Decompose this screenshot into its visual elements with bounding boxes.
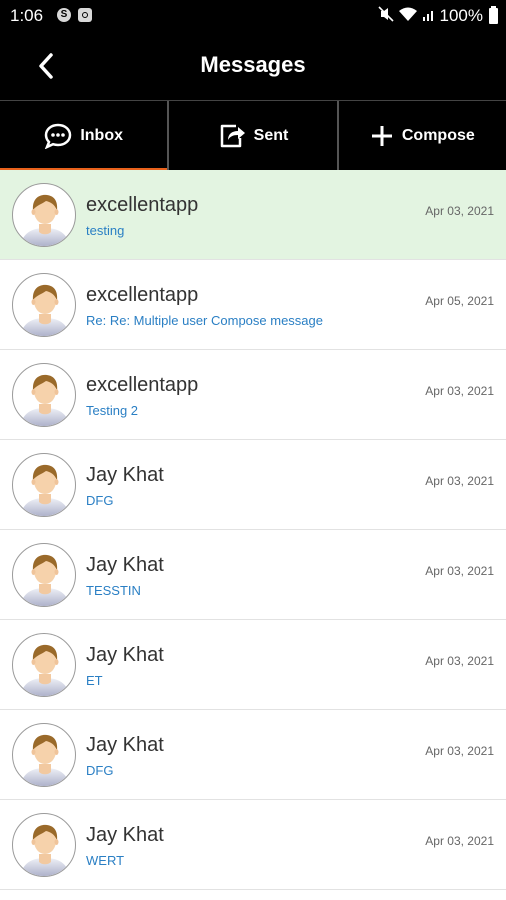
message-row[interactable]: Jay Khat DFG Apr 03, 2021 — [0, 710, 506, 800]
app-notification-icon — [78, 8, 92, 22]
status-indicators: 100% — [377, 5, 498, 27]
message-row[interactable]: Jay Khat DFG Apr 03, 2021 — [0, 440, 506, 530]
message-subject: testing — [86, 223, 125, 238]
battery-percent: 100% — [439, 6, 483, 25]
user-avatar-icon — [21, 644, 69, 696]
message-row[interactable]: excellentapp testing Apr 03, 2021 — [0, 170, 506, 260]
wifi-icon — [398, 6, 418, 27]
tab-compose-label: Compose — [401, 127, 475, 144]
page-title: Messages — [200, 52, 306, 77]
message-date: Apr 03, 2021 — [425, 744, 494, 758]
mute-icon — [377, 5, 394, 27]
user-avatar-icon — [21, 734, 69, 786]
message-subject: Testing 2 — [86, 403, 139, 418]
message-subject: DFG — [86, 763, 114, 778]
message-subject: ET — [86, 673, 103, 688]
message-date: Apr 03, 2021 — [425, 654, 494, 668]
message-date: Apr 03, 2021 — [425, 384, 494, 398]
message-row[interactable]: Jay Khat ET Apr 03, 2021 — [0, 620, 506, 710]
avatar — [12, 183, 76, 247]
avatar — [12, 723, 76, 787]
message-row[interactable]: excellentapp Testing 2 Apr 03, 2021 — [0, 350, 506, 440]
message-sender: Jay Khat — [86, 824, 164, 846]
user-avatar-icon — [21, 194, 69, 246]
signal-icon — [422, 6, 436, 27]
avatar — [12, 543, 76, 607]
tab-sent-label: Sent — [253, 127, 289, 144]
skype-notification-icon: S — [57, 8, 71, 22]
battery-icon — [489, 6, 498, 24]
avatar — [12, 363, 76, 427]
user-avatar-icon — [21, 374, 69, 426]
message-sender: excellentapp — [86, 284, 199, 306]
message-list: excellentapp testing Apr 03, 2021 excell… — [0, 170, 506, 890]
chat-bubble-icon — [44, 123, 72, 149]
message-sender: excellentapp — [86, 194, 199, 216]
message-date: Apr 03, 2021 — [425, 204, 494, 218]
message-date: Apr 03, 2021 — [425, 834, 494, 848]
user-avatar-icon — [21, 554, 69, 606]
plus-icon — [370, 124, 394, 148]
message-date: Apr 03, 2021 — [425, 474, 494, 488]
message-subject: WERT — [86, 853, 125, 868]
tab-bar: Inbox Sent Compose — [0, 100, 506, 171]
message-row[interactable]: Jay Khat WERT Apr 03, 2021 — [0, 800, 506, 890]
app-header: Messages — [0, 32, 506, 100]
user-avatar-icon — [21, 824, 69, 876]
message-sender: excellentapp — [86, 374, 199, 396]
message-sender: Jay Khat — [86, 734, 164, 756]
user-avatar-icon — [21, 464, 69, 516]
message-date: Apr 03, 2021 — [425, 564, 494, 578]
tab-compose[interactable]: Compose — [336, 101, 506, 171]
tab-inbox-label: Inbox — [80, 127, 123, 144]
avatar — [12, 453, 76, 517]
message-sender: Jay Khat — [86, 554, 164, 576]
message-row[interactable]: Jay Khat TESSTIN Apr 03, 2021 — [0, 530, 506, 620]
message-subject: TESSTIN — [86, 583, 141, 598]
avatar — [12, 633, 76, 697]
message-subject: DFG — [86, 493, 114, 508]
avatar — [12, 813, 76, 877]
share-icon — [218, 122, 246, 150]
message-sender: Jay Khat — [86, 464, 164, 486]
user-avatar-icon — [21, 284, 69, 336]
tab-inbox[interactable]: Inbox — [0, 101, 168, 171]
message-row[interactable]: excellentapp Re: Re: Multiple user Compo… — [0, 260, 506, 350]
status-bar: 1:06 S 100% — [0, 0, 506, 32]
avatar — [12, 273, 76, 337]
message-date: Apr 05, 2021 — [425, 294, 494, 308]
tab-sent[interactable]: Sent — [167, 101, 336, 171]
messages-screen: 1:06 S 100% Messages Inbox Sent Compose … — [0, 0, 506, 900]
message-subject: Re: Re: Multiple user Compose message — [86, 313, 323, 328]
status-time: 1:06 — [10, 6, 44, 25]
message-sender: Jay Khat — [86, 644, 164, 666]
